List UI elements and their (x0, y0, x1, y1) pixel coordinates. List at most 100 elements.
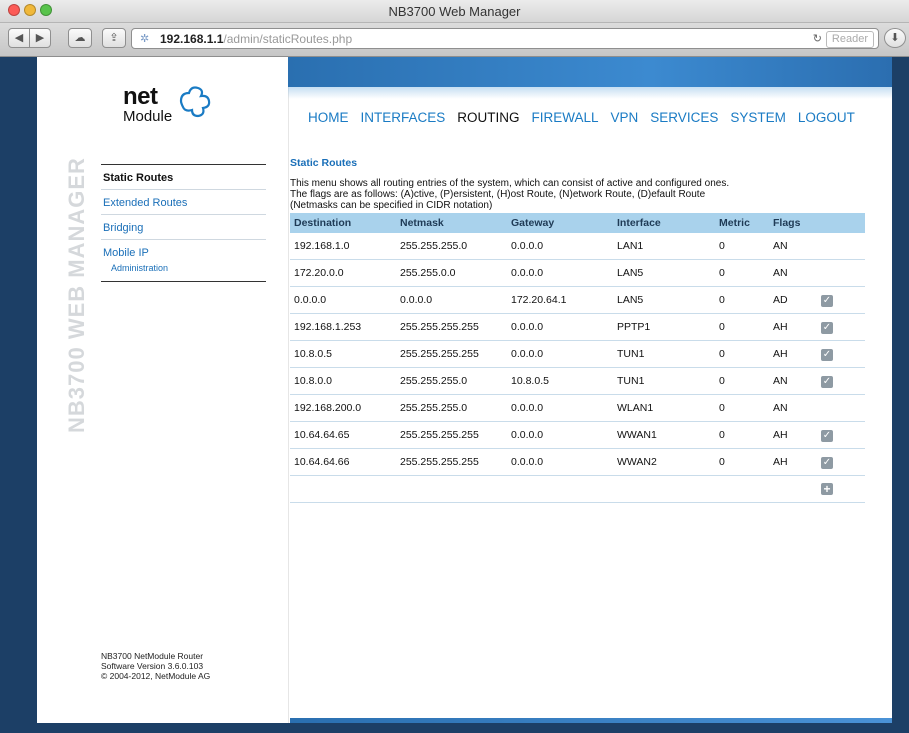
forward-button[interactable]: ▶ (29, 28, 51, 48)
cell-dest: 10.8.0.0 (290, 367, 396, 395)
main-nav: HOME INTERFACES ROUTING FIREWALL VPN SER… (308, 110, 867, 125)
sidebar-item-bridging[interactable]: Bridging (101, 215, 266, 240)
col-actions (817, 213, 865, 233)
nav-routing[interactable]: ROUTING (457, 110, 519, 125)
back-button[interactable]: ◀ (8, 28, 30, 48)
window-titlebar: NB3700 Web Manager (0, 0, 909, 23)
col-gateway: Gateway (507, 213, 613, 233)
add-row: + (290, 475, 865, 503)
address-bar[interactable]: ✲ 192.168.1.1/admin/staticRoutes.php ↻ R… (131, 28, 879, 49)
cell-flags: AH (769, 448, 817, 476)
cell-dest: 10.8.0.5 (290, 340, 396, 368)
cell-action: ✓ (817, 313, 865, 341)
cell-gw: 172.20.64.1 (507, 286, 613, 314)
footer-info: NB3700 NetModule Router Software Version… (101, 651, 211, 681)
table-row: 10.8.0.0 255.255.255.0 10.8.0.5 TUN1 0 AN ✓ (290, 367, 865, 395)
reader-button[interactable]: Reader (825, 31, 874, 48)
cell-dest: 192.168.1.0 (290, 233, 396, 260)
cell-metric: 0 (715, 286, 769, 314)
netmodule-logo: net Module (123, 83, 233, 133)
cell-flags: AN (769, 367, 817, 395)
cell-iface: LAN1 (613, 233, 715, 260)
cell-mask: 255.255.255.0 (396, 233, 507, 260)
window-title: NB3700 Web Manager (388, 4, 521, 19)
edit-checkbox-icon[interactable]: ✓ (821, 456, 833, 469)
cell-metric: 0 (715, 367, 769, 395)
cell-iface: PPTP1 (613, 313, 715, 341)
cell-gw: 0.0.0.0 (507, 313, 613, 341)
cell-metric: 0 (715, 448, 769, 476)
edit-checkbox-icon[interactable]: ✓ (821, 375, 833, 388)
nav-home[interactable]: HOME (308, 110, 349, 125)
nav-system[interactable]: SYSTEM (730, 110, 786, 125)
nav-services[interactable]: SERVICES (650, 110, 718, 125)
cell-metric: 0 (715, 340, 769, 368)
cell-dest: 192.168.1.253 (290, 313, 396, 341)
sidebar-item-static-routes[interactable]: Static Routes (101, 165, 266, 190)
table-row: 192.168.200.0 255.255.255.0 0.0.0.0 WLAN1 0 A… (290, 394, 865, 422)
cell-action (817, 394, 865, 422)
cell-gw: 10.8.0.5 (507, 367, 613, 395)
main-content: Static Routes This menu shows all routin… (290, 157, 865, 503)
cell-mask: 0.0.0.0 (396, 286, 507, 314)
col-destination: Destination (290, 213, 396, 233)
bottom-bar (290, 718, 892, 723)
web-page: net Module NB3700 WEB MANAGER Static Rou… (37, 57, 892, 723)
col-flags: Flags (769, 213, 817, 233)
cell-dest: 0.0.0.0 (290, 286, 396, 314)
cell-mask: 255.255.255.255 (396, 448, 507, 476)
cell-action: ✓ (817, 448, 865, 476)
sidebar-item-mobile-ip[interactable]: Mobile IP (101, 240, 266, 261)
cell-dest: 10.64.64.65 (290, 421, 396, 449)
sidebar-item-extended-routes[interactable]: Extended Routes (101, 190, 266, 215)
cell-gw: 0.0.0.0 (507, 421, 613, 449)
cell-gw: 0.0.0.0 (507, 259, 613, 287)
col-netmask: Netmask (396, 213, 507, 233)
cell-iface: TUN1 (613, 340, 715, 368)
nav-logout[interactable]: LOGOUT (798, 110, 855, 125)
add-route-plus-icon[interactable]: + (821, 482, 833, 495)
reload-icon[interactable]: ↻ (813, 32, 822, 45)
cell-action: ✓ (817, 367, 865, 395)
url-text: 192.168.1.1/admin/staticRoutes.php (160, 32, 353, 46)
cell-gw: 0.0.0.0 (507, 448, 613, 476)
vertical-product-title: NB3700 WEB MANAGER (64, 157, 89, 433)
cell-action (817, 259, 865, 287)
col-interface: Interface (613, 213, 715, 233)
cell-flags: AH (769, 340, 817, 368)
table-row: 192.168.1.253 255.255.255.255 0.0.0.0 PPTP1… (290, 313, 865, 341)
icloud-tabs-button[interactable]: ☁ (68, 28, 92, 48)
cell-mask: 255.255.255.255 (396, 421, 507, 449)
edit-checkbox-icon[interactable]: ✓ (821, 348, 833, 361)
table-row: 172.20.0.0 255.255.0.0 0.0.0.0 LAN5 0 AN (290, 259, 865, 287)
nav-interfaces[interactable]: INTERFACES (361, 110, 446, 125)
cell-metric: 0 (715, 259, 769, 287)
edit-checkbox-icon[interactable]: ✓ (821, 294, 833, 307)
routes-table: Destination Netmask Gateway Interface Me… (290, 213, 865, 503)
cell-metric: 0 (715, 394, 769, 422)
downloads-icon[interactable]: ⬇ (884, 28, 906, 48)
nav-vpn[interactable]: VPN (611, 110, 639, 125)
site-icon: ✲ (140, 33, 150, 45)
nav-firewall[interactable]: FIREWALL (532, 110, 599, 125)
table-header-row: Destination Netmask Gateway Interface Me… (290, 213, 865, 233)
table-row: 192.168.1.0 255.255.255.0 0.0.0.0 LAN1 0 AN (290, 233, 865, 260)
browser-toolbar: ◀ ▶ ☁ ⇪ ✲ 192.168.1.1/admin/staticRoutes… (0, 23, 909, 57)
edit-checkbox-icon[interactable]: ✓ (821, 429, 833, 442)
cell-flags: AH (769, 313, 817, 341)
cell-mask: 255.255.255.255 (396, 340, 507, 368)
share-button[interactable]: ⇪ (102, 28, 126, 48)
cell-mask: 255.255.255.255 (396, 313, 507, 341)
cell-mask: 255.255.255.0 (396, 394, 507, 422)
cell-metric: 0 (715, 313, 769, 341)
cell-iface: LAN5 (613, 286, 715, 314)
cell-mask: 255.255.0.0 (396, 259, 507, 287)
table-row: 10.8.0.5 255.255.255.255 0.0.0.0 TUN1 0 AH ✓ (290, 340, 865, 368)
edit-checkbox-icon[interactable]: ✓ (821, 321, 833, 334)
puzzle-logo-icon (179, 86, 211, 118)
cell-dest: 172.20.0.0 (290, 259, 396, 287)
sidebar-subitem-administration[interactable]: Administration (101, 261, 266, 282)
cell-gw: 0.0.0.0 (507, 394, 613, 422)
table-row: 0.0.0.0 0.0.0.0 172.20.64.1 LAN5 0 AD ✓ (290, 286, 865, 314)
cell-metric: 0 (715, 233, 769, 260)
